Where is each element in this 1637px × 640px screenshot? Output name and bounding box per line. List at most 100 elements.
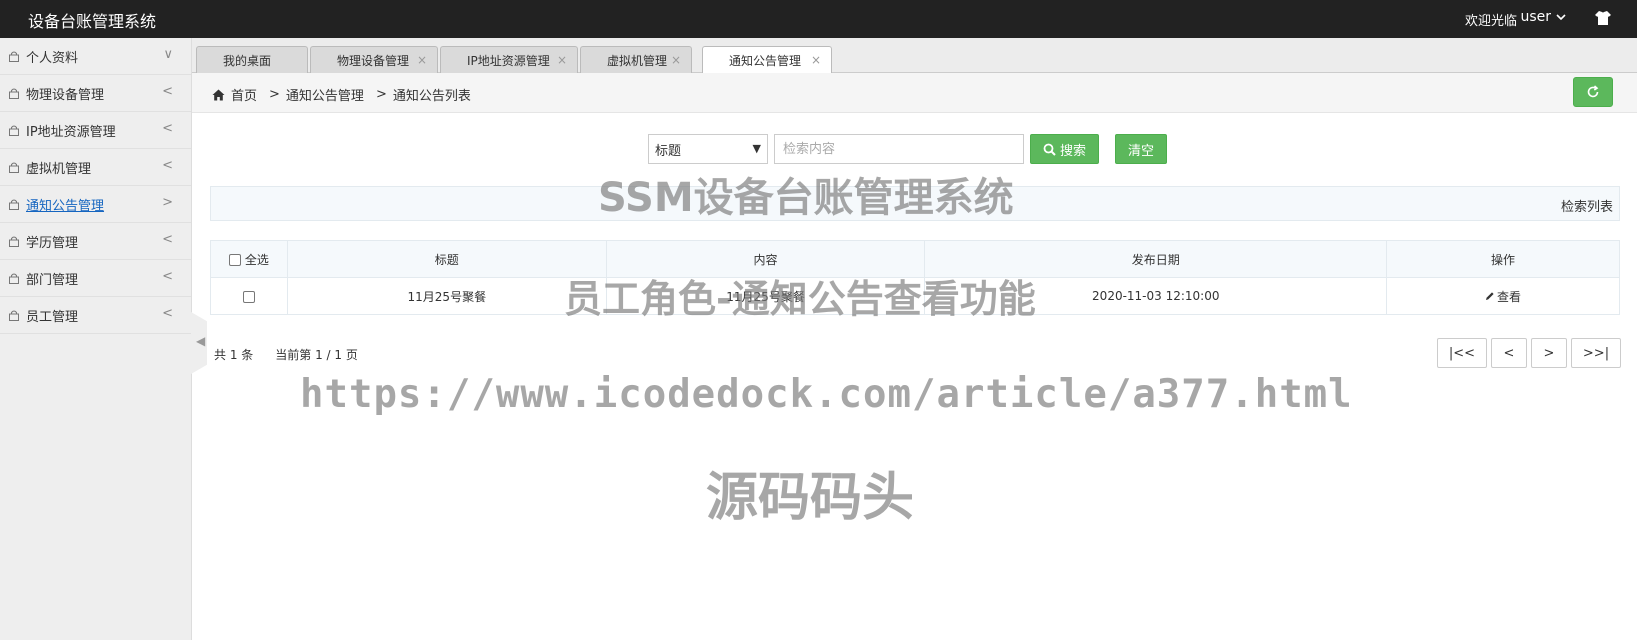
tab-label: 物理设备管理 bbox=[337, 53, 410, 68]
watermark-title: SSM设备台账管理系统 bbox=[598, 175, 1014, 221]
tab-label: 虚拟机管理 bbox=[607, 53, 668, 68]
chevron-left-icon: < bbox=[162, 84, 173, 99]
sidebar-item-label: 个人资料 bbox=[26, 50, 79, 66]
sidebar-item-label: 通知公告管理 bbox=[26, 198, 105, 214]
lock-icon bbox=[9, 88, 19, 99]
tab-bar: 我的桌面 物理设备管理 × IP地址资源管理 × 虚拟机管理 × 通知公告管理 … bbox=[192, 38, 1637, 74]
breadcrumb-level2: 通知公告列表 bbox=[392, 89, 471, 104]
watermark-url: https://www.icodedock.com/article/a377.h… bbox=[300, 372, 1353, 417]
clear-button[interactable]: 清空 bbox=[1115, 134, 1168, 164]
prev-page-button[interactable]: < bbox=[1491, 338, 1527, 368]
close-icon[interactable]: × bbox=[417, 53, 427, 67]
breadcrumb: 首页 > 通知公告管理 > 通知公告列表 bbox=[212, 85, 471, 104]
last-page-button[interactable]: >>| bbox=[1571, 338, 1621, 368]
chevron-left-icon: < bbox=[162, 121, 173, 136]
search-bar: 标题 ▼ 搜索 清空 bbox=[648, 134, 1168, 164]
chevron-right-icon: < bbox=[162, 232, 173, 247]
view-label: 查看 bbox=[1497, 289, 1522, 304]
sidebar-item-label: 部门管理 bbox=[26, 272, 79, 288]
clear-button-label: 清空 bbox=[1128, 143, 1155, 159]
lock-icon bbox=[9, 51, 19, 62]
lock-icon bbox=[9, 310, 19, 321]
pager-total: 共 1 条 bbox=[214, 348, 254, 362]
breadcrumb-separator: > bbox=[269, 87, 280, 102]
pager-buttons: |<< < > >>| bbox=[1437, 338, 1621, 368]
search-input[interactable] bbox=[774, 134, 1024, 164]
pager-current: 当前第 1 / 1 页 bbox=[275, 348, 358, 362]
sidebar-item-ip-resources[interactable]: IP地址资源管理 < bbox=[0, 112, 191, 149]
lock-icon bbox=[9, 236, 19, 247]
refresh-button[interactable] bbox=[1573, 77, 1613, 107]
chevron-left-icon: < bbox=[162, 158, 173, 173]
cell-action: 查看 bbox=[1386, 277, 1620, 315]
sidebar-item-label: 物理设备管理 bbox=[26, 87, 105, 103]
sidebar-item-virtual-machines[interactable]: 虚拟机管理 < bbox=[0, 149, 191, 186]
lock-icon bbox=[9, 162, 19, 173]
search-icon bbox=[1043, 143, 1056, 156]
chevron-right-icon: > bbox=[162, 195, 173, 210]
user-menu[interactable]: user bbox=[1520, 9, 1567, 25]
tab-notices[interactable]: 通知公告管理 × bbox=[702, 46, 832, 74]
search-button-label: 搜索 bbox=[1060, 143, 1087, 159]
sidebar-item-label: 学历管理 bbox=[26, 235, 79, 251]
sidebar-item-label: 员工管理 bbox=[26, 309, 79, 325]
column-header: 操作 bbox=[1386, 240, 1620, 278]
chevron-left-icon: < bbox=[162, 306, 173, 321]
breadcrumb-bar: 首页 > 通知公告管理 > 通知公告列表 bbox=[192, 73, 1637, 113]
breadcrumb-home[interactable]: 首页 bbox=[231, 85, 257, 104]
tab-physical-devices[interactable]: 物理设备管理 × bbox=[310, 46, 438, 73]
row-select-cell bbox=[210, 277, 288, 315]
home-icon bbox=[212, 89, 225, 100]
close-icon[interactable]: × bbox=[811, 53, 821, 67]
sidebar-item-education[interactable]: 学历管理 < bbox=[0, 223, 191, 260]
column-header: 标题 bbox=[286, 240, 607, 278]
sidebar-item-label: IP地址资源管理 bbox=[26, 124, 116, 140]
next-page-button[interactable]: > bbox=[1531, 338, 1567, 368]
tab-label: 我的桌面 bbox=[223, 53, 272, 68]
section-title: 检索列表 bbox=[1560, 200, 1613, 215]
watermark-brand: 源码码头 bbox=[706, 468, 915, 528]
sidebar-item-departments[interactable]: 部门管理 < bbox=[0, 260, 191, 297]
tab-label: IP地址资源管理 bbox=[467, 53, 550, 68]
user-name: user bbox=[1520, 9, 1551, 25]
tab-ip-resources[interactable]: IP地址资源管理 × bbox=[440, 46, 578, 73]
chevron-down-icon: ▼ bbox=[752, 142, 761, 155]
watermark-subtitle: 员工角色-通知公告查看功能 bbox=[564, 277, 1036, 321]
close-icon[interactable]: × bbox=[557, 53, 567, 67]
pencil-icon bbox=[1486, 292, 1494, 300]
row-checkbox[interactable] bbox=[242, 290, 255, 303]
top-bar: 设备台账管理系统 欢迎光临 user bbox=[0, 0, 1637, 38]
first-page-button[interactable]: |<< bbox=[1437, 338, 1487, 368]
sidebar-item-profile[interactable]: 个人资料 ∨ bbox=[0, 38, 191, 75]
sidebar-item-employees[interactable]: 员工管理 < bbox=[0, 297, 191, 334]
search-button[interactable]: 搜索 bbox=[1030, 134, 1100, 164]
search-field-select[interactable]: 标题 ▼ bbox=[648, 134, 768, 164]
chevron-down-icon bbox=[1556, 14, 1566, 21]
select-all-label: 全选 bbox=[244, 252, 269, 267]
chevron-left-icon[interactable]: ◀ bbox=[196, 334, 205, 348]
breadcrumb-separator: > bbox=[375, 87, 387, 102]
sidebar-item-physical-devices[interactable]: 物理设备管理 < bbox=[0, 75, 191, 112]
lock-icon bbox=[9, 273, 19, 284]
tab-desktop[interactable]: 我的桌面 bbox=[196, 46, 308, 73]
sidebar-item-notices[interactable]: 通知公告管理 > bbox=[0, 186, 191, 223]
select-all-checkbox[interactable] bbox=[229, 254, 242, 266]
cell-title: 11月25号聚餐 bbox=[286, 277, 607, 315]
close-icon[interactable]: × bbox=[671, 53, 681, 67]
refresh-icon bbox=[1587, 85, 1599, 98]
app-title: 设备台账管理系统 bbox=[28, 12, 157, 31]
search-field-value: 标题 bbox=[655, 143, 682, 159]
pager-info: 共 1 条 当前第 1 / 1 页 bbox=[214, 346, 358, 363]
sidebar: 个人资料 ∨ 物理设备管理 < IP地址资源管理 < 虚拟机管理 < 通知公告管… bbox=[0, 38, 192, 640]
tab-label: 通知公告管理 bbox=[729, 54, 802, 68]
sidebar-item-label: 虚拟机管理 bbox=[26, 161, 92, 177]
chevron-left-icon: < bbox=[162, 269, 173, 284]
view-button[interactable]: 查看 bbox=[1485, 288, 1521, 305]
tab-virtual-machines[interactable]: 虚拟机管理 × bbox=[580, 46, 692, 73]
lock-icon bbox=[9, 199, 19, 210]
lock-icon bbox=[9, 125, 19, 136]
shirt-icon[interactable] bbox=[1593, 8, 1613, 28]
breadcrumb-level1[interactable]: 通知公告管理 bbox=[286, 85, 364, 104]
welcome-text: 欢迎光临 bbox=[1464, 14, 1517, 29]
select-all-header[interactable]: 全选 bbox=[210, 240, 288, 278]
